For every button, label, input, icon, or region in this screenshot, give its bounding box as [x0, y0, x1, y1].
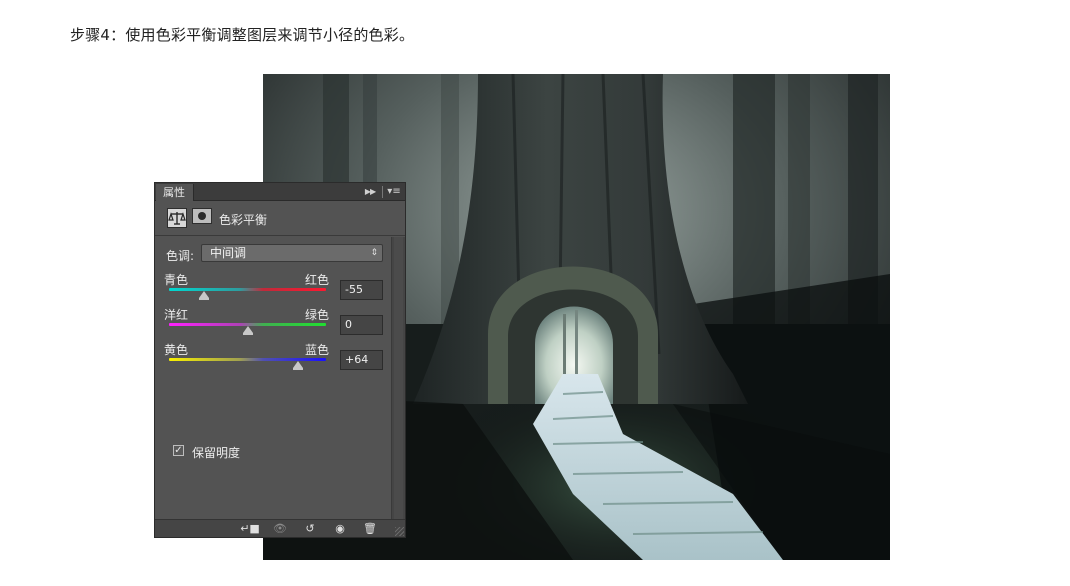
preserve-luminosity-checkbox[interactable]: ✓	[173, 445, 184, 456]
slider-value-input[interactable]: 0	[340, 315, 383, 335]
panel-footer: ↵■ 👁 ↺ ◉ 🗑	[155, 519, 405, 537]
slider-cyan-red: 青色 红色 -55	[155, 271, 391, 305]
tab-divider	[382, 186, 383, 198]
step-heading: 步骤4：使用色彩平衡调整图层来调节小径的色彩。	[70, 26, 415, 44]
panel-body: 色调: 中间调 ⇕ 青色 红色 -55 洋红 绿色 0 黄色 蓝色 +64 ✓ …	[155, 237, 391, 519]
slider-thumb[interactable]	[292, 361, 303, 370]
tone-label: 色调:	[166, 249, 195, 263]
view-previous-icon[interactable]: 👁	[267, 520, 293, 538]
clip-to-layer-icon[interactable]: ↵■	[237, 520, 263, 538]
reset-icon[interactable]: ↺	[297, 520, 323, 538]
panel-menu-icon[interactable]: ▾≡	[386, 185, 402, 198]
panel-title: 色彩平衡	[219, 213, 268, 227]
double-chevron-right-icon[interactable]: ▶▶	[363, 185, 377, 198]
panel-header: 色彩平衡	[155, 202, 405, 236]
slider-right-label: 绿色	[305, 308, 330, 322]
preserve-luminosity-label: 保留明度	[192, 446, 241, 460]
slider-left-label: 黄色	[164, 343, 189, 357]
slider-value-input[interactable]: -55	[340, 280, 383, 300]
tone-select[interactable]: 中间调 ⇕	[201, 244, 383, 262]
slider-right-label: 红色	[305, 273, 330, 287]
slider-thumb[interactable]	[242, 326, 253, 335]
slider-yellow-blue: 黄色 蓝色 +64	[155, 341, 391, 375]
resize-grip[interactable]	[395, 527, 404, 536]
slider-left-label: 青色	[164, 273, 189, 287]
tone-select-value: 中间调	[210, 246, 247, 260]
tab-properties[interactable]: 属性	[156, 184, 194, 201]
color-balance-icon	[167, 208, 187, 228]
panel-tab-bar: 属性 ▶▶ ▾≡	[155, 183, 405, 201]
slider-right-label: 蓝色	[305, 343, 330, 357]
slider-thumb[interactable]	[199, 291, 210, 300]
slider-magenta-green: 洋红 绿色 0	[155, 306, 391, 340]
trash-icon[interactable]: 🗑	[357, 520, 383, 538]
slider-left-label: 洋红	[164, 308, 189, 322]
visibility-eye-icon[interactable]: ◉	[327, 520, 353, 538]
slider-value-input[interactable]: +64	[340, 350, 383, 370]
properties-panel: 属性 ▶▶ ▾≡ 色彩平衡 色调: 中间调 ⇕ 青色 红色 -55 洋红 绿色 …	[154, 182, 406, 538]
select-arrows-icon: ⇕	[370, 248, 378, 258]
panel-scrollbar[interactable]	[391, 237, 405, 519]
slider-track[interactable]	[169, 288, 326, 291]
scrollbar-thumb[interactable]	[394, 237, 403, 519]
layer-mask-icon[interactable]	[192, 208, 212, 224]
